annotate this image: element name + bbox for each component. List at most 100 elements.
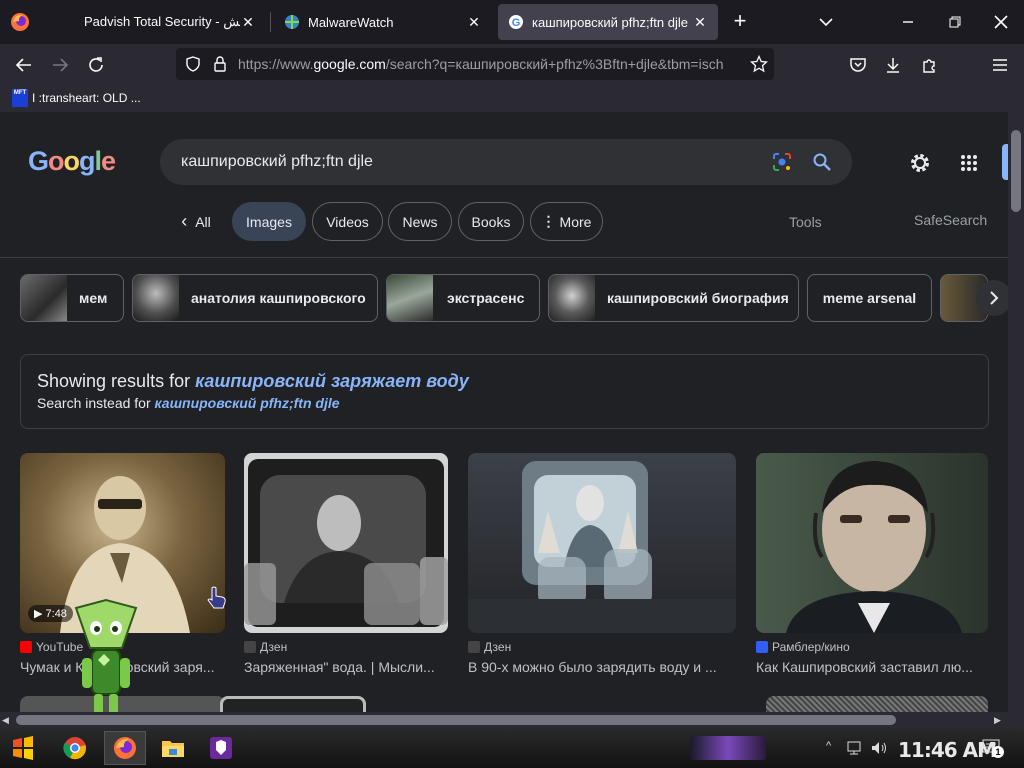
result-thumbnail[interactable] [244, 453, 448, 633]
search-query[interactable]: кашпировский pfhz;ftn djle [181, 153, 373, 171]
volume-icon[interactable] [870, 740, 888, 756]
tab-label: Videos [326, 213, 369, 230]
search-instead-text: Search instead for кашпировский pfhz;ftn… [37, 395, 340, 411]
result-source[interactable]: Дзен [468, 640, 511, 654]
related-chip[interactable]: мем [20, 274, 124, 322]
result-title[interactable]: Заряженная" вода. | Мысли... [244, 659, 448, 675]
tab-all[interactable]: ‹ All [168, 202, 224, 241]
address-bar[interactable]: https://www.google.com/search?q=кашпиров… [176, 48, 774, 80]
shield-icon[interactable] [185, 56, 201, 72]
settings-icon[interactable] [909, 152, 931, 174]
close-window-button[interactable] [978, 0, 1024, 44]
apps-grid-icon[interactable] [960, 154, 978, 172]
chip-thumbnail [387, 275, 433, 321]
chrome-icon[interactable] [60, 733, 90, 763]
horizontal-scrollbar[interactable]: ◀ ▶ [0, 712, 1008, 728]
rambler-icon [756, 641, 768, 653]
back-button[interactable] [9, 50, 39, 80]
result-thumbnail[interactable] [468, 453, 736, 633]
tab-label: News [402, 213, 438, 230]
star-icon[interactable] [750, 55, 768, 73]
bookmark-favicon: MFT [12, 89, 28, 107]
malwarewatch-icon [284, 14, 300, 30]
related-chip[interactable]: кашпировский биография [548, 274, 799, 322]
menu-icon[interactable] [985, 50, 1015, 80]
tab-malwarewatch[interactable]: MalwareWatch ✕ [274, 4, 492, 40]
youtube-icon [20, 641, 32, 653]
firefox-taskbar-icon[interactable] [104, 731, 146, 765]
search-icon[interactable] [812, 152, 832, 172]
extensions-icon[interactable] [914, 50, 944, 80]
start-button[interactable] [8, 733, 38, 763]
related-chip[interactable]: meme arsenal [807, 274, 932, 322]
chip-label: meme arsenal [822, 290, 917, 306]
restore-button[interactable] [932, 0, 978, 44]
app-icon[interactable] [206, 733, 236, 763]
close-icon[interactable]: ✕ [466, 14, 482, 31]
bookmarks-toolbar: MFT I :transheart: OLD ... [0, 86, 1024, 112]
search-input[interactable]: кашпировский pfhz;ftn djle [160, 139, 852, 185]
dzen-icon [244, 641, 256, 653]
tab-images[interactable]: Images [232, 202, 306, 241]
chip-thumbnail [133, 275, 179, 321]
tab-news[interactable]: News [388, 202, 452, 241]
result-source[interactable]: Дзен [244, 640, 287, 654]
tray-chevron-icon[interactable]: ^ [826, 740, 831, 752]
chip-thumbnail [549, 275, 595, 321]
chip-label: экстрасенс [447, 290, 525, 306]
source-name: Дзен [484, 640, 512, 654]
close-icon[interactable]: ✕ [240, 14, 256, 31]
result-title[interactable]: В 90-х можно было зарядить воду и ... [468, 659, 736, 675]
download-icon[interactable] [878, 50, 908, 80]
pocket-icon[interactable] [843, 50, 873, 80]
scroll-right-icon[interactable]: ▶ [994, 715, 1001, 726]
url-text[interactable]: https://www.google.com/search?q=кашпиров… [238, 56, 742, 72]
scroll-left-icon[interactable]: ◀ [2, 715, 9, 726]
google-lens-icon[interactable] [772, 152, 792, 172]
tab-label: Images [246, 213, 292, 230]
corrected-query-link[interactable]: кашпировский заряжает воду [195, 371, 469, 391]
reload-button[interactable] [81, 50, 111, 80]
result-title[interactable]: Как Кашпировский заставил лю... [756, 659, 988, 675]
scroll-thumb[interactable] [1011, 130, 1021, 212]
lock-icon[interactable] [213, 56, 227, 72]
chevron-down-icon[interactable] [816, 12, 836, 32]
chips-next-button[interactable] [976, 280, 1012, 316]
taskbar: ^ 11:46 AM 1 [0, 728, 1024, 768]
notification-count: 1 [992, 746, 1004, 758]
related-chip[interactable]: экстрасенс [386, 274, 540, 322]
minimize-button[interactable] [885, 0, 931, 44]
source-name: Рамблер/кино [772, 640, 850, 654]
close-icon[interactable]: ✕ [692, 14, 708, 31]
result-source[interactable]: Рамблер/кино [756, 640, 850, 654]
new-tab-button[interactable]: + [730, 10, 750, 34]
dzen-icon [468, 641, 480, 653]
tab-google-search[interactable]: G кашпировский pfhz;ftn djle ✕ [498, 4, 718, 40]
file-explorer-icon[interactable] [158, 733, 188, 763]
result-thumbnail[interactable] [756, 453, 988, 633]
google-logo[interactable]: Google [28, 146, 116, 177]
tab-label: Books [471, 213, 511, 230]
hand-cursor-icon [206, 586, 228, 610]
tools-button[interactable]: Tools [789, 214, 822, 230]
tab-books[interactable]: Books [458, 202, 524, 241]
tab-videos[interactable]: Videos [312, 202, 383, 241]
vertical-scrollbar[interactable] [1008, 112, 1024, 728]
notification-icon[interactable]: 1 [982, 738, 1004, 758]
tab-more[interactable]: ⋮ More [530, 202, 603, 241]
forward-button[interactable] [45, 50, 75, 80]
google-icon: G [508, 14, 524, 30]
scroll-thumb[interactable] [16, 715, 896, 725]
tab-padvish[interactable]: Padvish Total Security - پادویش ✕ [50, 4, 266, 40]
original-query-link[interactable]: кашпировский pfhz;ftn djle [155, 395, 340, 411]
google-images-page: Google кашпировский pfhz;ftn djle ‹ All … [0, 112, 1024, 728]
spelling-correction: Showing results for кашпировский заряжае… [20, 354, 989, 429]
safesearch-button[interactable]: SafeSearch [914, 212, 987, 228]
firefox-icon[interactable] [10, 12, 30, 32]
network-icon[interactable] [846, 740, 864, 756]
url-prefix: https://www. [238, 56, 314, 72]
url-domain: google.com [313, 56, 386, 72]
bookmark-item[interactable]: I :transheart: OLD ... [32, 91, 141, 105]
more-vert-icon: ⋮ [541, 213, 556, 229]
related-chip[interactable]: анатолия кашпировского [132, 274, 378, 322]
